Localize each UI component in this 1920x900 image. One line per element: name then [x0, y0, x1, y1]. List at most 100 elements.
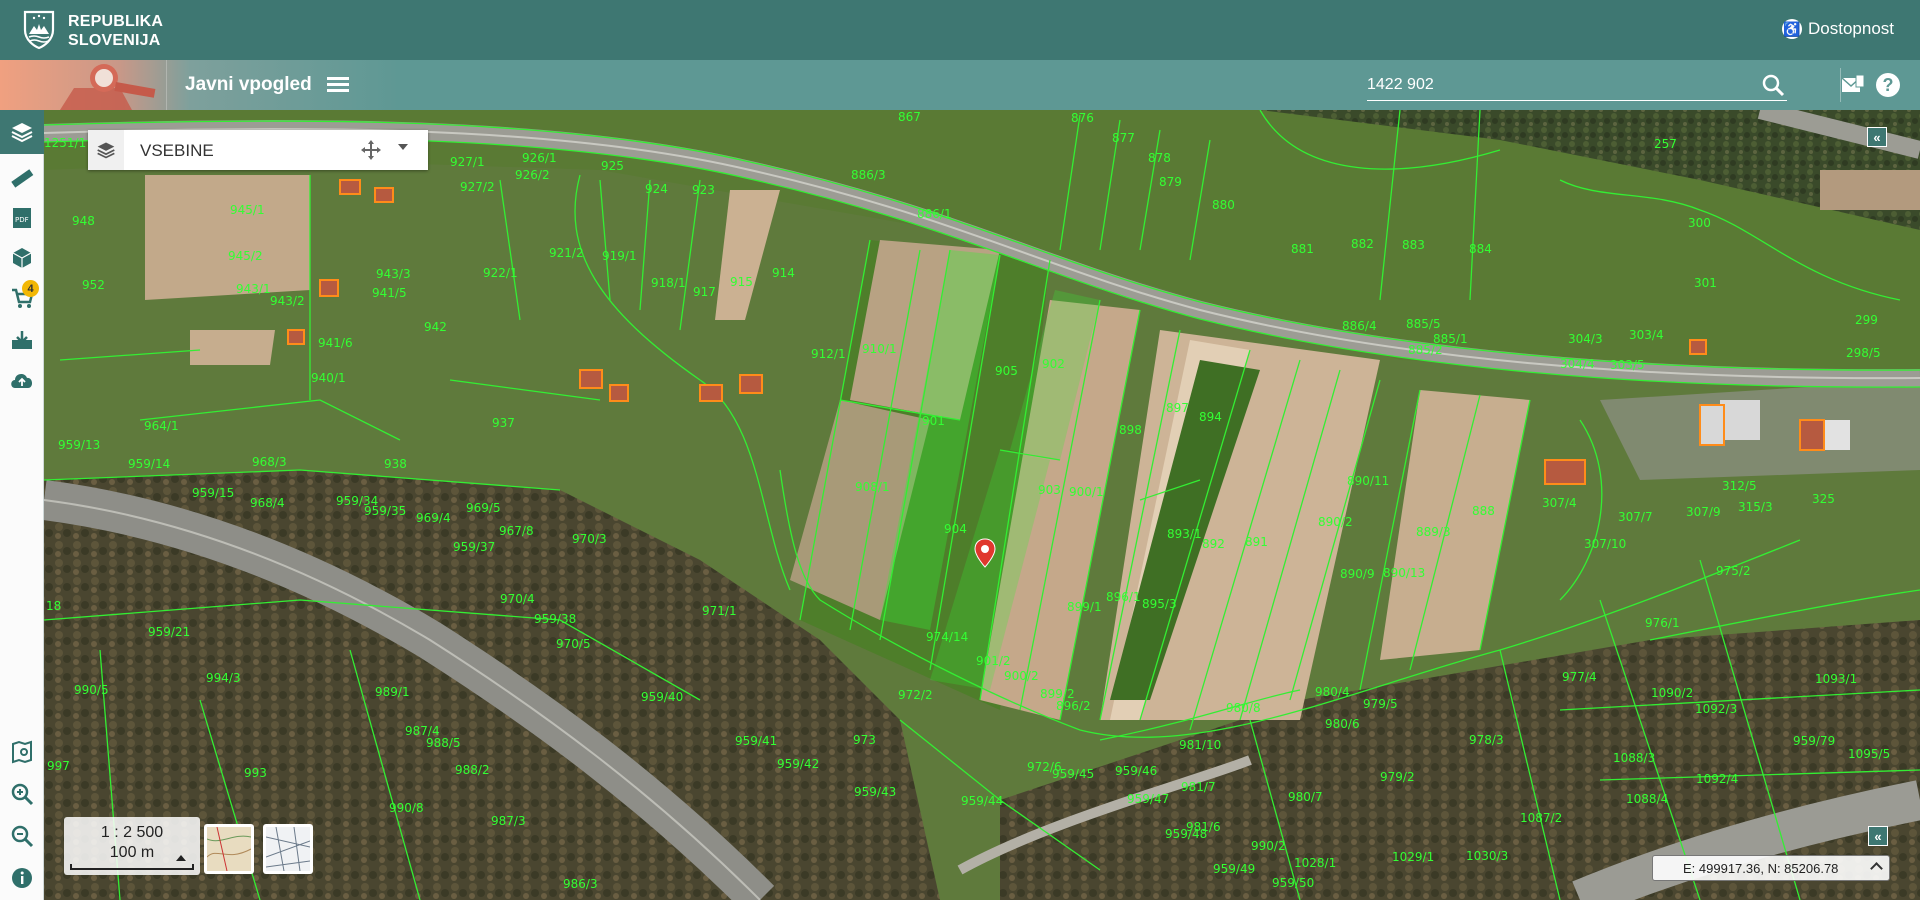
parcel-number-label: 307/9: [1686, 505, 1721, 519]
parcel-number-label: 1087/2: [1520, 811, 1562, 825]
zoom-in-icon[interactable]: [6, 778, 38, 810]
parcel-number-label: 257: [1654, 137, 1677, 151]
parcel-number-label: 959/14: [128, 457, 170, 471]
help-icon[interactable]: ?: [1876, 73, 1900, 97]
parcel-number-label: 981/7: [1181, 780, 1216, 794]
search-icon[interactable]: [1761, 73, 1787, 99]
basemap-topographic-thumbnail[interactable]: [204, 824, 254, 874]
parcel-number-label: 987/3: [491, 814, 526, 828]
app-logo-magnifier-icon[interactable]: [60, 62, 160, 110]
parcel-number-label: 905: [995, 364, 1018, 378]
parcel-number-label: 959/47: [1127, 792, 1169, 806]
parcel-number-label: 959/40: [641, 690, 683, 704]
move-icon[interactable]: [360, 139, 382, 161]
parcel-number-label: 940/1: [311, 371, 346, 385]
parcel-number-label: 883: [1402, 238, 1425, 252]
scale-ratio: 1 : 2 500: [100, 824, 164, 841]
chevron-up-icon[interactable]: [176, 855, 186, 861]
info-icon[interactable]: [6, 862, 38, 894]
parcel-number-label: 890/9: [1340, 567, 1375, 581]
menu-hamburger-icon[interactable]: [327, 77, 349, 93]
location-marker-icon[interactable]: [974, 538, 996, 568]
parcel-number-label: 980/8: [1226, 701, 1261, 715]
parcel-number-label: 990/5: [74, 683, 109, 697]
parcel-number-label: 899/1: [1067, 600, 1102, 614]
parcel-number-label: 926/1: [522, 151, 557, 165]
parcel-number-label: 895/3: [1142, 597, 1177, 611]
parcel-number-label: 948: [72, 214, 95, 228]
country-name[interactable]: REPUBLIKA SLOVENIJA: [68, 12, 163, 50]
messages-icon[interactable]: [1840, 72, 1866, 98]
coordinates-display[interactable]: E: 499917.36, N: 85206.78: [1652, 855, 1890, 881]
parcel-number-label: 979/2: [1380, 770, 1415, 784]
parcel-number-label: 959/37: [453, 540, 495, 554]
parcel-number-label: 301: [1694, 276, 1717, 290]
parcel-number-label: 959/49: [1213, 862, 1255, 876]
slovenia-coat-of-arms-logo[interactable]: [22, 10, 56, 50]
parcel-number-label: 298/5: [1846, 346, 1881, 360]
basemap-cadastral-thumbnail[interactable]: [263, 824, 313, 874]
parcel-number-label: 307/4: [1542, 496, 1577, 510]
parcel-number-label: 888: [1472, 504, 1495, 518]
country-name-line2: SLOVENIJA: [68, 32, 161, 49]
parcel-number-label: 910/1: [862, 342, 897, 356]
download-icon[interactable]: [6, 324, 38, 356]
app-bar-divider: [166, 60, 167, 110]
parcel-number-label: 980/6: [1325, 717, 1360, 731]
parcel-number-label: 924: [645, 182, 668, 196]
upload-cloud-icon[interactable]: [6, 364, 38, 396]
parcel-number-label: 943/1: [236, 282, 271, 296]
parcel-number-label: 880: [1212, 198, 1235, 212]
layers-panel[interactable]: VSEBINE: [88, 130, 428, 170]
app-title: Javni vpogled: [185, 74, 312, 95]
zoom-out-icon[interactable]: [6, 820, 38, 852]
collapse-top-panel-button[interactable]: «: [1867, 127, 1887, 147]
parcel-number-label: 973: [853, 733, 876, 747]
parcel-number-label: 1030/3: [1466, 849, 1508, 863]
parcel-number-label: 959/21: [148, 625, 190, 639]
parcel-number-label: 1092/3: [1695, 702, 1737, 716]
parcel-number-label: 970/5: [556, 637, 591, 651]
parcel-number-label: 307/7: [1618, 510, 1653, 524]
parcel-number-label: 977/4: [1562, 670, 1597, 684]
search-input[interactable]: [1367, 71, 1747, 99]
parcel-number-label: 1088/4: [1626, 792, 1668, 806]
parcel-number-label: 915: [730, 275, 753, 289]
parcel-number-label: 300: [1688, 216, 1711, 230]
parcel-number-label: 938: [384, 457, 407, 471]
layers-icon[interactable]: [0, 110, 44, 154]
coordinates-text: E: 499917.36, N: 85206.78: [1683, 861, 1839, 876]
collapse-bottom-panel-button[interactable]: «: [1868, 826, 1888, 846]
parcel-number-label: 959/42: [777, 757, 819, 771]
parcel-number-label: 312/5: [1722, 479, 1757, 493]
chevron-down-icon[interactable]: [398, 144, 408, 150]
parcel-number-label: 886/4: [1342, 319, 1377, 333]
parcel-number-label: 941/5: [372, 286, 407, 300]
scale-control[interactable]: 1 : 2 500 100 m: [64, 817, 200, 875]
accessibility-link[interactable]: ♿ Dostopnost: [1782, 19, 1894, 39]
3d-view-icon[interactable]: [6, 242, 38, 274]
parcel-number-label: 896/1: [1106, 590, 1141, 604]
parcel-number-label: 959/43: [854, 785, 896, 799]
ruler-icon[interactable]: [6, 162, 38, 194]
search-field[interactable]: [1367, 71, 1787, 101]
parcel-number-label: 1095/5: [1848, 747, 1890, 761]
parcel-number-label: 959/46: [1115, 764, 1157, 778]
parcel-number-label: 986/3: [563, 877, 598, 891]
map-canvas[interactable]: 867 876 877 878 879 880 881 882 883 884 300 301 257 2…: [44, 110, 1920, 900]
parcel-number-label: 925: [601, 159, 624, 173]
parcel-number-label: 901/2: [976, 654, 1011, 668]
pdf-icon[interactable]: PDF: [6, 202, 38, 234]
parcel-number-label: 886/1: [917, 207, 952, 221]
parcel-number-label: 304/4: [1560, 357, 1595, 371]
chevron-up-icon[interactable]: [1870, 862, 1883, 875]
parcel-number-label: 959/79: [1793, 734, 1835, 748]
map-book-icon[interactable]: [6, 736, 38, 768]
layers-panel-title: VSEBINE: [140, 141, 214, 160]
parcel-number-label: 959/15: [192, 486, 234, 500]
accessibility-label: Dostopnost: [1808, 19, 1894, 38]
parcel-number-label: 959/35: [364, 504, 406, 518]
parcel-number-label: 968/3: [252, 455, 287, 469]
parcel-number-label: 315/3: [1738, 500, 1773, 514]
parcel-number-label: 997: [47, 759, 70, 773]
